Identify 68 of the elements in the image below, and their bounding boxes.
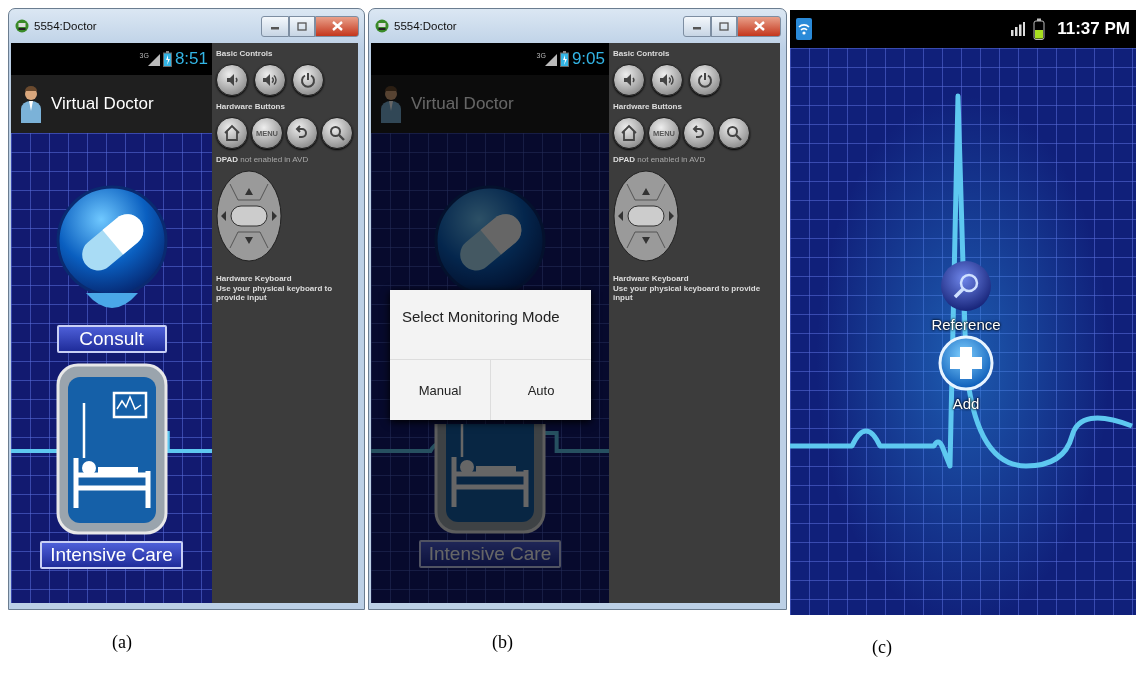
back-button[interactable] xyxy=(286,117,318,149)
app-title: Virtual Doctor xyxy=(411,94,514,114)
house-icon xyxy=(222,123,242,143)
signal-icon xyxy=(147,52,160,66)
section-heading: Basic Controls xyxy=(216,49,274,58)
dialog-button[interactable]: Auto xyxy=(490,360,591,420)
dpad-note: DPAD not enabled in AVD xyxy=(613,155,707,164)
volume-up-button[interactable] xyxy=(254,64,286,96)
home-button[interactable] xyxy=(613,117,645,149)
search-button[interactable] xyxy=(718,117,750,149)
dialog-button[interactable]: Manual xyxy=(390,360,490,420)
app-shortcut[interactable]: Reference xyxy=(931,260,1001,333)
menu-button[interactable]: Intensive Care xyxy=(40,541,183,569)
power-icon xyxy=(298,70,318,90)
wifi-icon xyxy=(796,18,812,40)
window-title: 5554:Doctor xyxy=(34,20,97,32)
volume-down-button[interactable] xyxy=(613,64,645,96)
section-heading: Hardware Buttons xyxy=(613,102,683,111)
search-icon xyxy=(940,260,992,312)
app-title: Virtual Doctor xyxy=(51,94,154,114)
plus-icon xyxy=(938,335,994,391)
battery-icon xyxy=(1033,18,1046,40)
dialog-title: Select Monitoring Mode xyxy=(390,290,591,360)
window-app-icon xyxy=(375,19,389,33)
clock: 9:05 xyxy=(571,49,605,69)
person-icon xyxy=(19,85,43,123)
section-heading: Hardware Keyboard xyxy=(216,274,293,283)
house-icon xyxy=(619,123,639,143)
menu-button[interactable]: Consult xyxy=(56,325,167,353)
search-icon xyxy=(724,123,744,143)
figure-caption: (b) xyxy=(492,632,513,653)
search-icon xyxy=(327,123,347,143)
battery-icon xyxy=(162,51,172,67)
keyboard-note: Use your physical keyboard to provide input xyxy=(216,284,334,302)
close-button[interactable] xyxy=(737,15,781,37)
volume-down-button[interactable] xyxy=(216,64,248,96)
maximize-icon xyxy=(719,21,729,31)
keyboard-note: Use your physical keyboard to provide input xyxy=(613,284,762,302)
minimize-button[interactable] xyxy=(683,15,711,37)
back-button[interactable] xyxy=(683,117,715,149)
close-icon xyxy=(331,21,343,31)
section-heading: Hardware Keyboard xyxy=(613,274,690,283)
maximize-icon xyxy=(297,21,307,31)
home-button[interactable] xyxy=(216,117,248,149)
figure-caption: (c) xyxy=(872,637,892,658)
power-icon xyxy=(695,70,715,90)
app-shortcut[interactable]: Add xyxy=(938,335,994,412)
close-icon xyxy=(753,21,765,31)
power-button[interactable] xyxy=(292,64,324,96)
power-button[interactable] xyxy=(689,64,721,96)
figure-caption: (a) xyxy=(112,632,132,653)
window-title: 5554:Doctor xyxy=(394,20,457,32)
battery-icon xyxy=(559,51,569,67)
search-button[interactable] xyxy=(321,117,353,149)
minimize-button[interactable] xyxy=(261,15,289,37)
section-heading: Basic Controls xyxy=(613,49,671,58)
clock: 11:37 PM xyxy=(1057,19,1130,39)
maximize-button[interactable] xyxy=(289,15,315,37)
close-button[interactable] xyxy=(315,15,359,37)
signal-icon xyxy=(544,52,557,66)
window-app-icon xyxy=(15,19,29,33)
clock: 8:51 xyxy=(174,49,208,69)
signal-icon xyxy=(1011,22,1026,36)
section-heading: Hardware Buttons xyxy=(216,102,286,111)
volume-up-button[interactable] xyxy=(651,64,683,96)
maximize-button[interactable] xyxy=(711,15,737,37)
person-icon xyxy=(379,85,403,123)
dpad-note: DPAD not enabled in AVD xyxy=(216,155,310,164)
